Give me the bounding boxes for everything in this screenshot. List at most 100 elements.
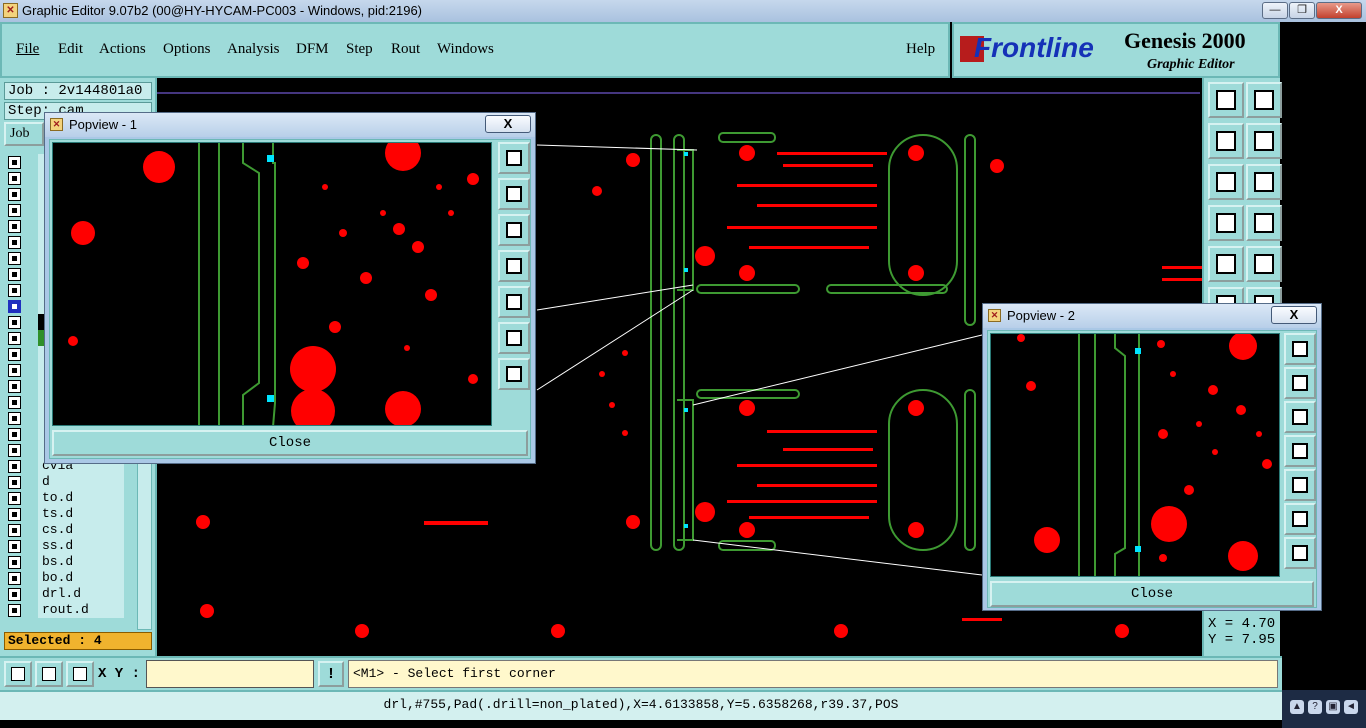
layer-row[interactable]: ss.d bbox=[4, 538, 126, 554]
popview-pan-down-button[interactable] bbox=[498, 214, 530, 246]
popview-fit-button[interactable] bbox=[1284, 503, 1316, 535]
tray-arrow-icon[interactable]: ▲ bbox=[1290, 700, 1304, 714]
popview-pan-right-button[interactable] bbox=[1284, 469, 1316, 501]
popview-2-toolbar bbox=[1282, 333, 1320, 577]
close-window-button[interactable]: X bbox=[1316, 2, 1362, 19]
shape-button[interactable] bbox=[1246, 246, 1282, 282]
menu-dfm[interactable]: DFM bbox=[296, 41, 329, 58]
layer-row[interactable]: d bbox=[4, 474, 126, 490]
grid-button[interactable] bbox=[66, 661, 94, 687]
layer-checkbox[interactable] bbox=[8, 444, 21, 457]
layer-checkbox[interactable] bbox=[8, 332, 21, 345]
layer-checkbox[interactable] bbox=[8, 220, 21, 233]
popview-2-titlebar[interactable]: ✕ Popview - 2 X bbox=[983, 304, 1321, 328]
layer-checkbox[interactable] bbox=[8, 268, 21, 281]
popview-fit-button[interactable] bbox=[498, 322, 530, 354]
layer-checkbox[interactable] bbox=[8, 316, 21, 329]
layer-checkbox[interactable] bbox=[8, 524, 21, 537]
layer-checkbox[interactable] bbox=[8, 172, 21, 185]
popview-center-button[interactable] bbox=[498, 358, 530, 390]
menu-bar: File Edit Actions Options Analysis DFM S… bbox=[0, 22, 950, 78]
grid-view-button[interactable] bbox=[1246, 205, 1282, 241]
layer-checkbox[interactable] bbox=[8, 540, 21, 553]
popview-center-button[interactable] bbox=[1284, 537, 1316, 569]
layer-checkbox[interactable] bbox=[8, 380, 21, 393]
layer-checkbox[interactable] bbox=[8, 556, 21, 569]
pan-up-button[interactable] bbox=[1208, 82, 1244, 118]
maximize-button[interactable]: ❐ bbox=[1289, 2, 1315, 19]
minimize-button[interactable]: — bbox=[1262, 2, 1288, 19]
layer-checkbox[interactable] bbox=[8, 460, 21, 473]
layer-checkbox[interactable] bbox=[8, 476, 21, 489]
layer-checkbox[interactable] bbox=[8, 156, 21, 169]
popview-2-close-button[interactable]: Close bbox=[990, 581, 1314, 607]
pan-left-button[interactable] bbox=[1208, 123, 1244, 159]
layer-checkbox[interactable] bbox=[8, 412, 21, 425]
layer-checkbox[interactable] bbox=[8, 364, 21, 377]
shape-icon bbox=[1254, 254, 1274, 274]
menu-rout[interactable]: Rout bbox=[391, 41, 420, 58]
tray-network-icon[interactable]: ▣ bbox=[1326, 700, 1340, 714]
layer-checkbox[interactable] bbox=[8, 252, 21, 265]
popview-1-titlebar[interactable]: ✕ Popview - 1 X bbox=[45, 113, 535, 137]
popview-pan-down-button[interactable] bbox=[1284, 401, 1316, 433]
tray-help-icon[interactable]: ? bbox=[1308, 700, 1322, 714]
menu-analysis[interactable]: Analysis bbox=[227, 41, 280, 58]
pan-down-icon bbox=[506, 222, 522, 238]
warning-button[interactable]: ! bbox=[318, 661, 344, 687]
menu-help[interactable]: Help bbox=[906, 41, 935, 58]
tools-button[interactable] bbox=[1208, 205, 1244, 241]
xy-input[interactable] bbox=[146, 660, 314, 688]
layer-checkbox[interactable] bbox=[8, 508, 21, 521]
popview-1-close-button[interactable]: Close bbox=[52, 430, 528, 456]
menu-file[interactable]: File bbox=[16, 41, 39, 58]
zoom-area-button[interactable] bbox=[4, 661, 32, 687]
popview-2-close-x[interactable]: X bbox=[1271, 306, 1317, 324]
menu-actions[interactable]: Actions bbox=[99, 41, 146, 58]
layer-checkbox[interactable] bbox=[8, 604, 21, 617]
zoom-fit-button[interactable] bbox=[1208, 164, 1244, 200]
layer-checkbox[interactable] bbox=[8, 348, 21, 361]
popview-2-viewport[interactable] bbox=[990, 333, 1280, 577]
job-button[interactable]: Job bbox=[4, 122, 44, 146]
layer-checkbox[interactable] bbox=[8, 572, 21, 585]
popview-pan-up-button[interactable] bbox=[498, 178, 530, 210]
layer-checkbox[interactable] bbox=[8, 236, 21, 249]
popview-pan-left-button[interactable] bbox=[1284, 435, 1316, 467]
layer-row[interactable]: ts.d bbox=[4, 506, 126, 522]
measure-button[interactable] bbox=[35, 661, 63, 687]
popview-zoom-in-button[interactable] bbox=[1284, 333, 1316, 365]
menu-edit[interactable]: Edit bbox=[58, 41, 83, 58]
zoom-fit-icon bbox=[1216, 172, 1236, 192]
layer-checkbox[interactable] bbox=[8, 188, 21, 201]
menu-windows[interactable]: Windows bbox=[437, 41, 494, 58]
popview-pan-up-button[interactable] bbox=[1284, 367, 1316, 399]
zoom-home-button[interactable] bbox=[1246, 164, 1282, 200]
layer-checkbox[interactable] bbox=[8, 588, 21, 601]
tray-volume-icon[interactable]: ◄ bbox=[1344, 700, 1358, 714]
layer-row[interactable]: drl.d bbox=[4, 586, 126, 602]
popview-2-title: Popview - 2 bbox=[1007, 308, 1075, 323]
snap-button[interactable] bbox=[1208, 246, 1244, 282]
layer-checkbox[interactable] bbox=[8, 284, 21, 297]
layer-row[interactable]: bo.d bbox=[4, 570, 126, 586]
menu-step[interactable]: Step bbox=[346, 41, 373, 58]
layer-checkbox[interactable] bbox=[8, 204, 21, 217]
popview-pan-right-button[interactable] bbox=[498, 286, 530, 318]
popview-pan-left-button[interactable] bbox=[498, 250, 530, 282]
layer-row[interactable]: cs.d bbox=[4, 522, 126, 538]
popview-1-viewport[interactable] bbox=[52, 142, 492, 426]
layer-row[interactable]: to.d bbox=[4, 490, 126, 506]
popview-1-close-x[interactable]: X bbox=[485, 115, 531, 133]
popview-zoom-in-button[interactable] bbox=[498, 142, 530, 174]
layer-checkbox[interactable] bbox=[8, 300, 21, 313]
menu-options[interactable]: Options bbox=[163, 41, 211, 58]
layer-checkbox[interactable] bbox=[8, 396, 21, 409]
layer-row[interactable]: bs.d bbox=[4, 554, 126, 570]
pan-left-icon bbox=[506, 258, 522, 274]
pan-down-button[interactable] bbox=[1246, 82, 1282, 118]
pan-right-button[interactable] bbox=[1246, 123, 1282, 159]
layer-row[interactable]: rout.d bbox=[4, 602, 126, 618]
layer-checkbox[interactable] bbox=[8, 428, 21, 441]
layer-checkbox[interactable] bbox=[8, 492, 21, 505]
